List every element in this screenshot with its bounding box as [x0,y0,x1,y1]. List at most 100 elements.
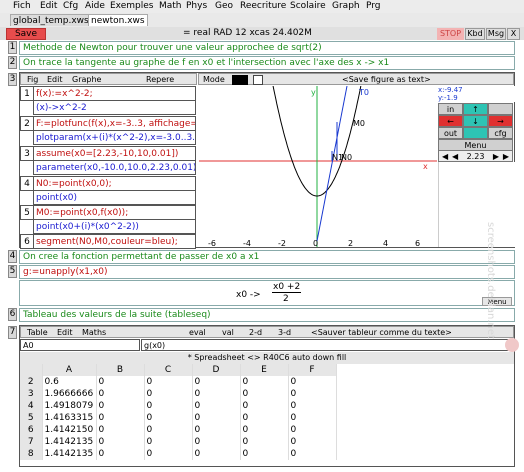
comment-line-2[interactable]: On trace la tangente au graphe de f en x… [19,56,515,70]
cell[interactable]: 0 [288,388,337,400]
geo-menu-graphe[interactable]: Graphe [72,74,101,86]
cell[interactable]: 0 [96,412,145,424]
tab-newton[interactable]: newton.xws [88,14,148,26]
menu-cfg[interactable]: Cfg [63,1,78,11]
table-row[interactable]: 2 0.6 0 0 0 0 0 [20,376,337,388]
cell[interactable]: 0 [96,448,145,460]
cell[interactable]: 0 [240,376,289,388]
sheet-grid[interactable]: A B C D E F 2 0.6 0 0 0 0 0 3 1.9666666 0 0 0 0 0 4 1.4… [20,364,366,466]
menu-phys[interactable]: Phys [186,1,207,11]
blank-button[interactable] [488,103,513,115]
menu-prg[interactable]: Prg [366,1,381,11]
menu-geo[interactable]: Geo [215,1,233,11]
val-button[interactable]: val [222,327,234,339]
save-figure-button[interactable]: <Save figure as text> [342,74,431,86]
left-arrow-icon[interactable]: ← [438,115,463,127]
row-header[interactable]: 4 [20,400,43,412]
menu-math[interactable]: Math [159,1,182,11]
menu-aide[interactable]: Aide [85,1,105,11]
cell[interactable]: 0 [240,388,289,400]
cell-a[interactable]: 1.4142150 [42,424,97,436]
3d-button[interactable]: 3-d [278,327,291,339]
rotate-button[interactable] [463,127,488,139]
up-arrow-icon[interactable]: ↑ [463,103,488,115]
cell[interactable]: 0 [96,436,145,448]
sheet-menu-table[interactable]: Table [27,327,48,339]
eval-button[interactable]: eval [189,327,206,339]
right-arrow-icon[interactable]: → [488,115,513,127]
cell[interactable]: 0 [192,424,241,436]
down-arrow-icon[interactable]: ↓ [463,115,488,127]
cmd-input-2[interactable]: F:=plotfunc(f(x),x=-3..3, affichage=epai… [33,116,196,131]
geo-menu-edit[interactable]: Edit [47,74,63,86]
cell[interactable]: 0 [144,412,193,424]
cell-a[interactable]: 1.4918079 [42,400,97,412]
cell[interactable]: 0 [96,388,145,400]
cell[interactable]: 0 [192,412,241,424]
row-header[interactable]: 6 [20,424,43,436]
cell[interactable]: 0 [288,376,337,388]
cell[interactable]: 0 [96,400,145,412]
cell[interactable]: 0 [192,376,241,388]
table-row[interactable]: 8 1.4142135 0 0 0 0 0 [20,448,337,460]
cell[interactable]: 0 [240,424,289,436]
menu-graph[interactable]: Graph [332,1,360,11]
menu-edit[interactable]: Edit [40,1,57,11]
comment-line-6[interactable]: Tableau des valeurs de la suite (tablese… [19,308,515,322]
row-header[interactable]: 7 [20,436,43,448]
close-button[interactable]: X [507,28,520,40]
col-header-e[interactable]: E [240,364,289,376]
geo-menu-repere[interactable]: Repere [146,74,174,86]
save-sheet-button[interactable]: <Sauver tableur comme du texte> [311,327,452,339]
cell[interactable]: 0 [144,400,193,412]
step-forward-icon[interactable]: ▶ [503,151,509,162]
sheet-menu-maths[interactable]: Maths [82,327,106,339]
cell[interactable]: 0 [192,436,241,448]
table-row[interactable]: 7 1.4142135 0 0 0 0 0 [20,436,337,448]
col-header-c[interactable]: C [144,364,193,376]
cell[interactable]: 0 [192,448,241,460]
menu-fich[interactable]: Fich [13,1,31,11]
stop-button[interactable]: STOP [437,28,464,40]
cell[interactable]: 0 [144,448,193,460]
cmd-input-4[interactable]: N0:=point(x0,0); [33,176,196,191]
table-row[interactable]: 5 1.4163315 0 0 0 0 0 [20,412,337,424]
msg-button[interactable]: Msg [486,28,506,40]
cell-a[interactable]: 1.9666666 [42,388,97,400]
save-button[interactable]: Save [6,28,46,40]
cmd-input-5[interactable]: M0:=point(x0,f(x0)); [33,205,196,220]
row-header[interactable]: 5 [20,412,43,424]
tab-global-temp[interactable]: global_temp.xws [10,14,92,26]
graph-canvas[interactable]: y x T0 M0 N0 N1 -6 -4 -2 0 2 4 6 [199,86,437,247]
table-row[interactable]: 4 1.4918079 0 0 0 0 0 [20,400,337,412]
cell[interactable]: 0 [240,448,289,460]
cell-a[interactable]: 0.6 [42,376,97,388]
cell-a[interactable]: 1.4142135 [42,448,97,460]
cell-formula-input[interactable]: g(x0) [141,339,514,351]
col-header-d[interactable]: D [192,364,241,376]
cmd-input-3[interactable]: assume(x0=[2.23,-10,10,0.01]) [33,146,196,161]
cell[interactable]: 0 [288,448,337,460]
color-swatch[interactable] [232,75,248,85]
col-header-f[interactable]: F [288,364,337,376]
cell-ref-input[interactable]: A0 [20,339,140,351]
geo-menu-fig[interactable]: Fig [27,74,38,86]
cell[interactable]: 0 [144,436,193,448]
cell[interactable]: 0 [240,436,289,448]
menu-scolaire[interactable]: Scolaire [290,1,326,11]
cell[interactable]: 0 [144,424,193,436]
cell[interactable]: 0 [288,436,337,448]
cell-a[interactable]: 1.4163315 [42,412,97,424]
table-row[interactable]: 3 1.9666666 0 0 0 0 0 [20,388,337,400]
kbd-button[interactable]: Kbd [465,28,485,40]
cell[interactable]: 0 [288,400,337,412]
comment-line-4[interactable]: On cree la fonction permettant de passer… [19,250,515,264]
col-header-b[interactable]: B [96,364,145,376]
cell[interactable]: 0 [288,424,337,436]
2d-button[interactable]: 2-d [249,327,262,339]
cell[interactable]: 0 [144,376,193,388]
cell-a[interactable]: 1.4142135 [42,436,97,448]
cell[interactable]: 0 [144,388,193,400]
forward-icon[interactable]: ▶ [493,151,499,162]
menu-reecriture[interactable]: Reecriture [240,1,286,11]
